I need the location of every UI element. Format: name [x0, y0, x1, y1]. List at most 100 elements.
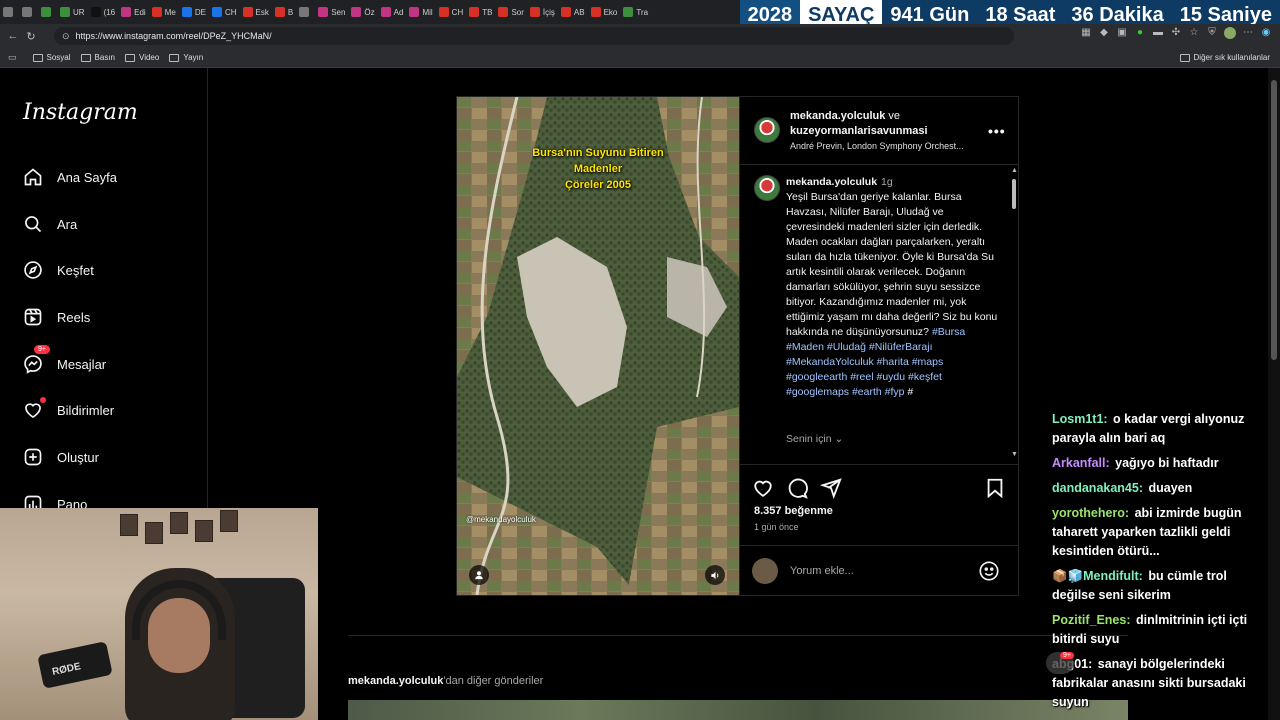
browser-tab[interactable]: Eko — [588, 0, 621, 24]
favorites-icon[interactable]: ☆ — [1188, 27, 1200, 39]
avatar[interactable] — [754, 175, 780, 201]
avatar[interactable] — [754, 117, 780, 143]
nav-notifications[interactable]: Bildirimler — [22, 396, 114, 424]
hashtag-tail: # — [904, 386, 914, 398]
tab-favicon-icon — [498, 7, 509, 17]
more-posts-user[interactable]: mekanda.yolculuk — [348, 675, 443, 687]
nav-explore[interactable]: Keşfet — [22, 256, 94, 284]
browser-tab[interactable]: Mil — [406, 0, 435, 24]
extension-icon[interactable]: ● — [1134, 27, 1146, 39]
browser-tab[interactable]: B — [272, 0, 296, 24]
scroll-up-icon[interactable]: ▲ — [1011, 167, 1018, 174]
browser-tab[interactable]: UR — [57, 0, 88, 24]
wall-photo — [220, 510, 238, 532]
browser-tab[interactable] — [19, 0, 38, 24]
reel-video[interactable]: Bursa'nın Suyunu Bitiren Madenler Çörele… — [457, 97, 739, 595]
user-tag-button[interactable] — [469, 565, 489, 585]
more-options-icon[interactable]: ••• — [988, 123, 1006, 139]
instagram-logo[interactable]: Instagram — [23, 100, 138, 125]
site-info-icon[interactable]: ⊙ — [62, 31, 70, 42]
nav-search[interactable]: Ara — [22, 210, 77, 238]
browser-tab[interactable]: Öz — [348, 0, 377, 24]
tab-label: Eko — [603, 7, 618, 17]
search-icon — [22, 213, 44, 235]
caption-scrollbar[interactable]: ▲ ▼ — [1010, 165, 1018, 464]
like-count[interactable]: 8.357 beğenme — [754, 505, 833, 517]
caption-time: 1g — [881, 176, 893, 188]
more-posts-thumbnails[interactable] — [348, 700, 1128, 720]
caption-user[interactable]: mekanda.yolculuk — [786, 176, 877, 188]
translation-toggle[interactable]: Senin için ⌄ — [786, 433, 843, 445]
tab-label: Öz — [364, 7, 375, 17]
author-link[interactable]: kuzeyormanlarisavunmasi — [790, 125, 928, 137]
folder-icon — [80, 53, 91, 62]
chat-message: Arkanfall: yağıyo bi haftadır — [1052, 454, 1262, 473]
like-button[interactable] — [752, 477, 776, 501]
mute-button[interactable] — [705, 565, 725, 585]
music-info[interactable]: André Previn, London Symphony Orchest... — [790, 141, 990, 151]
bookmark-folder[interactable]: Video — [125, 53, 159, 62]
bookmark-folder[interactable]: Yayın — [169, 53, 203, 62]
shield-icon[interactable]: ⛨ — [1206, 27, 1218, 39]
browser-tab[interactable]: Edi — [118, 0, 149, 24]
tab-label: Tra — [636, 7, 649, 17]
page-scrollbar[interactable] — [1268, 68, 1280, 720]
puzzle-icon[interactable]: ✣ — [1170, 27, 1182, 39]
browser-tab[interactable] — [0, 0, 19, 24]
browser-tab[interactable]: İçiş — [527, 0, 558, 24]
nav-home[interactable]: Ana Sayfa — [22, 163, 117, 191]
extension-icon[interactable]: ▬ — [1152, 27, 1164, 39]
browser-tab[interactable]: Tra — [620, 0, 651, 24]
browser-tab[interactable]: CH — [436, 0, 467, 24]
reading-list-icon[interactable]: ▭ — [8, 52, 17, 63]
video-title-line: Madenler — [573, 163, 623, 175]
extension-icon[interactable]: ▦ — [1080, 27, 1092, 39]
browser-tab[interactable]: DE — [179, 0, 209, 24]
emoji-icon[interactable] — [978, 560, 1000, 582]
browser-tab[interactable]: Ad — [378, 0, 407, 24]
copilot-icon[interactable]: ◉ — [1260, 27, 1272, 39]
bookmark-folder[interactable]: Basın — [80, 53, 115, 62]
tab-favicon-icon — [3, 7, 13, 17]
url-field[interactable]: ⊙ https://www.instagram.com/reel/DPeZ_YH… — [54, 27, 1014, 45]
page-scroll-thumb[interactable] — [1271, 80, 1277, 360]
scroll-down-icon[interactable]: ▼ — [1011, 451, 1018, 458]
browser-tab[interactable]: Esk — [240, 0, 272, 24]
author-link[interactable]: mekanda.yolculuk — [790, 110, 885, 122]
menu-icon[interactable]: ⋯ — [1242, 27, 1254, 39]
back-icon[interactable]: ← — [4, 30, 22, 42]
nav-home-label: Ana Sayfa — [57, 169, 117, 185]
browser-tab[interactable]: AB — [558, 0, 588, 24]
wall-photo — [170, 512, 188, 534]
comment-input[interactable] — [790, 558, 970, 584]
profile-avatar[interactable] — [1224, 27, 1236, 39]
extension-icon[interactable]: ▣ — [1116, 27, 1128, 39]
extension-toolbar: ▦ ◆ ▣ ● ▬ ✣ ☆ ⛨ ⋯ ◉ — [1080, 27, 1272, 39]
chat-username: dandanakan45: — [1052, 481, 1144, 495]
share-button[interactable] — [819, 477, 844, 501]
browser-tab[interactable]: CH — [209, 0, 240, 24]
caption-text: Yeşil Bursa'dan geriye kalanlar. Bursa H… — [786, 191, 998, 338]
bookmark-folder[interactable]: Sosyal — [32, 53, 71, 62]
browser-tab[interactable]: TB — [466, 0, 495, 24]
browser-tab[interactable]: (16 — [88, 0, 119, 24]
reload-icon[interactable]: ↻ — [22, 30, 40, 43]
more-posts-suffix: 'dan diğer gönderiler — [443, 675, 544, 687]
stream-chat: Losm1t1: o kadar vergi alıyonuz parayla … — [1052, 410, 1262, 718]
nav-messages[interactable]: 9+ Mesajlar — [22, 345, 106, 378]
caption-scroll-thumb[interactable] — [1012, 179, 1016, 209]
send-icon — [819, 478, 842, 499]
browser-tab[interactable]: Me — [149, 0, 179, 24]
save-button[interactable] — [984, 477, 1008, 501]
other-bookmarks[interactable]: Diğer sık kullanılanlar — [1179, 53, 1270, 62]
extension-icon[interactable]: ◆ — [1098, 27, 1110, 39]
comment-button[interactable] — [786, 477, 810, 501]
tab-favicon-icon — [22, 7, 32, 17]
nav-create[interactable]: Oluştur — [22, 443, 99, 471]
browser-tab[interactable] — [296, 0, 315, 24]
browser-tab[interactable]: Sor — [495, 0, 526, 24]
browser-tab[interactable] — [38, 0, 57, 24]
nav-reels[interactable]: Reels — [22, 303, 90, 331]
bookmark-label: Basın — [94, 53, 115, 62]
browser-tab[interactable]: Sen — [315, 0, 348, 24]
